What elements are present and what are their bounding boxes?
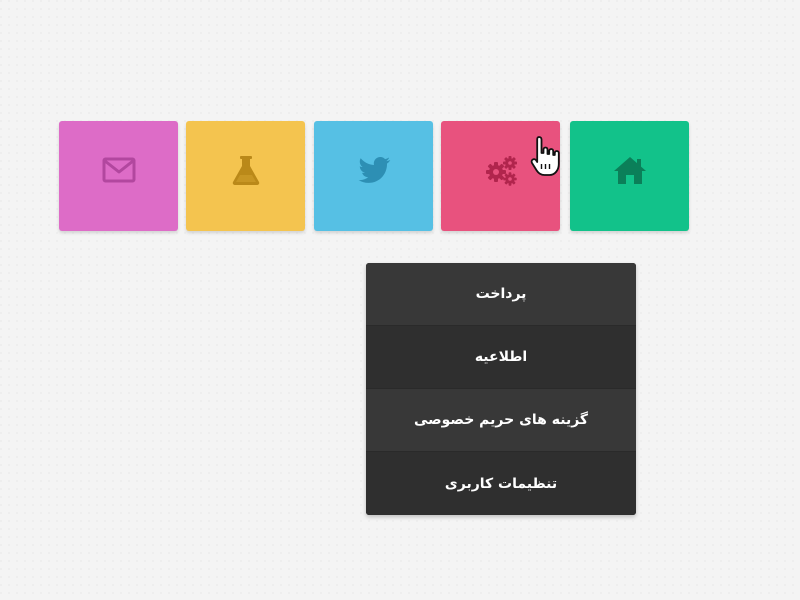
menu-item-user-settings[interactable]: تنظیمات کاربری [366,452,636,515]
flask-icon [228,152,264,188]
menu-item-privacy-options[interactable]: گزینه های حریم خصوصی [366,389,636,452]
home-icon [612,152,648,188]
menu-item-notifications[interactable]: اطلاعیه [366,326,636,389]
settings-tile[interactable] [441,121,560,231]
menu-item-payment[interactable]: پرداخت [366,263,636,326]
mail-tile[interactable] [59,121,178,231]
lab-tile[interactable] [186,121,305,231]
twitter-tile[interactable] [314,121,433,231]
icon-tiles [59,121,691,231]
gears-icon [483,152,519,188]
mail-icon [101,152,137,188]
twitter-icon [356,152,392,188]
settings-dropdown-menu: پرداخت اطلاعیه گزینه های حریم خصوصی تنظی… [366,263,636,515]
page: پرداخت اطلاعیه گزینه های حریم خصوصی تنظی… [0,0,800,600]
home-tile[interactable] [570,121,689,231]
